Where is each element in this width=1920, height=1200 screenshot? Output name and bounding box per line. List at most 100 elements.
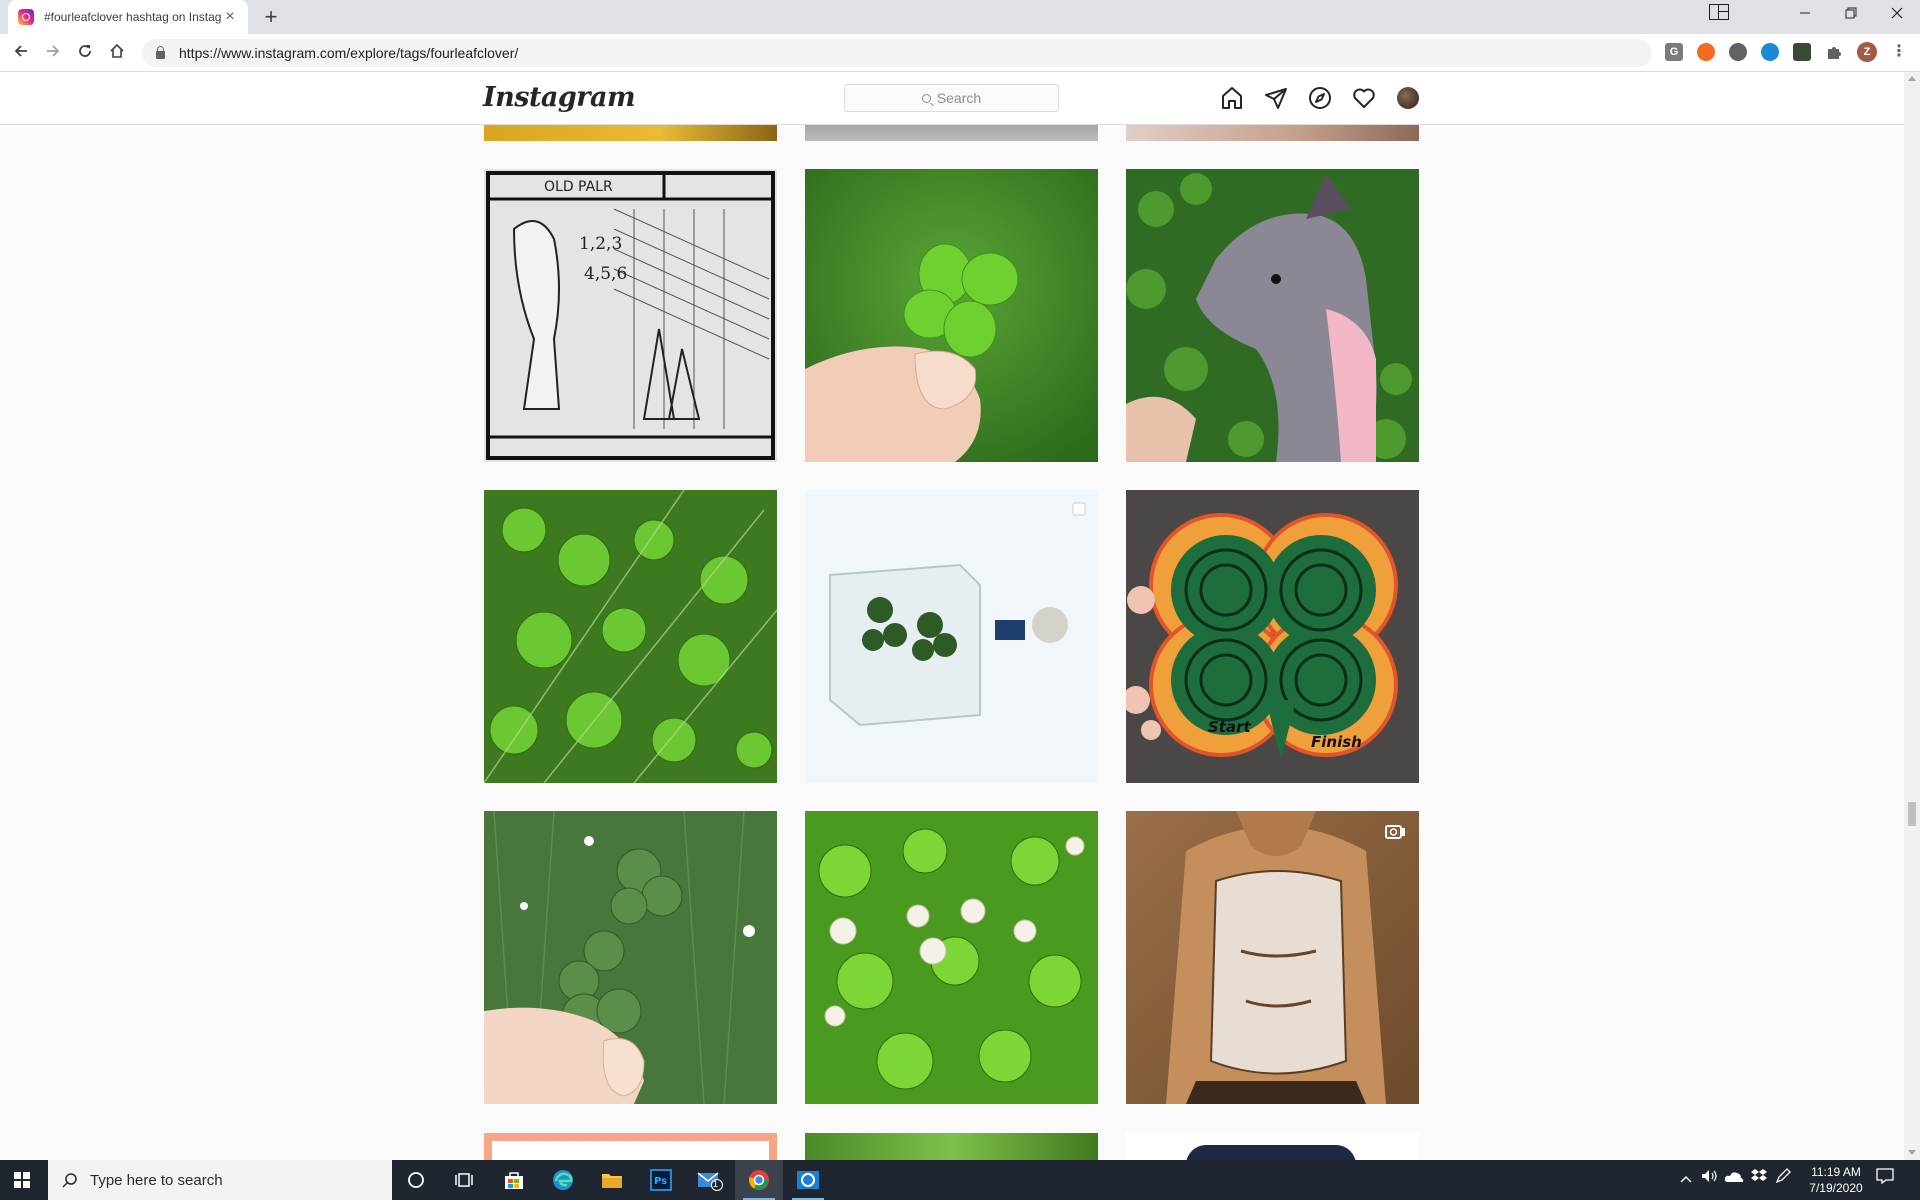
post-tile[interactable] [805, 1133, 1098, 1160]
instagram-favicon-icon [18, 9, 34, 25]
home-nav-icon[interactable] [1220, 86, 1244, 110]
minimize-icon [1800, 12, 1810, 14]
profile-avatar[interactable] [1397, 87, 1419, 109]
post-tile-clover-in-glass-cube[interactable] [805, 490, 1098, 783]
extension-orange-icon[interactable] [1697, 43, 1715, 61]
dog-in-clover-photo [1126, 169, 1419, 462]
extension-blue-icon[interactable] [1761, 43, 1779, 61]
volume-icon[interactable] [1700, 1160, 1718, 1200]
tab-close-button[interactable]: × [222, 8, 238, 26]
edge-browser-icon [553, 1170, 573, 1190]
taskbar-store[interactable] [490, 1160, 538, 1200]
browser-toolbar: https://www.instagram.com/explore/tags/f… [0, 34, 1920, 72]
reload-button[interactable] [72, 40, 98, 66]
clover-flowers-photo [805, 811, 1098, 1104]
back-arrow-icon [14, 45, 27, 57]
explore-compass-icon[interactable] [1308, 86, 1332, 110]
post-tile-clover-in-hand-grass[interactable] [484, 811, 777, 1104]
taskbar-clock[interactable]: 11:19 AM 7/19/2020 [1800, 1164, 1872, 1196]
clock-date: 7/19/2020 [1809, 1181, 1863, 1195]
task-view-button[interactable] [440, 1160, 488, 1200]
post-tile-clover-flowers[interactable] [805, 811, 1098, 1104]
extension-g-icon[interactable]: G [1665, 43, 1683, 61]
taskbar-file-explorer[interactable] [588, 1160, 636, 1200]
onedrive-cloud-icon[interactable] [1724, 1160, 1744, 1200]
post-tile-sketch-comic[interactable]: 1,2,3 4,5,6 OLD PALR [484, 169, 777, 462]
video-badge-icon [1385, 825, 1405, 839]
reload-icon [79, 45, 91, 57]
post-tile-clover-maze-puzzle[interactable]: Start Finish [1126, 490, 1419, 783]
post-tile[interactable] [484, 1133, 777, 1160]
cortana-button[interactable] [392, 1160, 440, 1200]
tray-overflow-icon[interactable] [1680, 1160, 1692, 1200]
direct-message-icon[interactable] [1264, 86, 1288, 110]
lock-icon [156, 46, 165, 59]
maze-start-label: Start [1208, 718, 1251, 736]
url-text: https://www.instagram.com/explore/tags/f… [179, 45, 519, 61]
pen-workspace-icon[interactable] [1775, 1160, 1791, 1200]
post-tile-clover-in-hand[interactable] [805, 169, 1098, 462]
extension-circle-icon[interactable] [1729, 43, 1747, 61]
home-icon [110, 43, 124, 58]
windows-start-button[interactable] [14, 1172, 30, 1188]
back-button[interactable] [8, 40, 34, 66]
taskbar-app-blue[interactable] [784, 1160, 832, 1200]
home-button[interactable] [104, 40, 130, 66]
post-tile[interactable] [1126, 125, 1419, 141]
sketch-comic-image: 1,2,3 4,5,6 OLD PALR [484, 169, 777, 462]
scroll-down-icon[interactable] [1908, 1150, 1916, 1155]
svg-text:Ps: Ps [654, 1176, 667, 1187]
restore-icon [1845, 7, 1857, 19]
minimize-button[interactable] [1782, 0, 1828, 34]
photoshop-icon: Ps [650, 1169, 672, 1191]
page-scrollbar[interactable] [1904, 72, 1920, 1160]
taskbar-search-placeholder: Type here to search [90, 1171, 223, 1189]
post-tile-dog-in-clover[interactable] [1126, 169, 1419, 462]
instagram-header: Instagram Search [0, 72, 1904, 125]
post-tile[interactable] [805, 125, 1098, 141]
dropbox-icon[interactable] [1750, 1160, 1768, 1200]
tab-title: #fourleafclover hashtag on Instag [44, 10, 222, 24]
activity-heart-icon[interactable] [1352, 86, 1376, 110]
taskbar-search-box[interactable]: Type here to search [48, 1160, 392, 1200]
search-icon [62, 1173, 77, 1188]
post-tile[interactable] [1126, 1133, 1419, 1160]
address-bar[interactable]: https://www.instagram.com/explore/tags/f… [142, 39, 1652, 67]
browser-menu-icon[interactable]: ⋮ [1890, 43, 1908, 61]
taskbar-chrome[interactable] [735, 1160, 783, 1200]
extension-photo-icon[interactable] [1793, 43, 1811, 61]
extensions-puzzle-icon[interactable] [1825, 43, 1843, 61]
browser-tab-active[interactable]: #fourleafclover hashtag on Instag × [8, 0, 248, 34]
instagram-search-input[interactable]: Search [844, 84, 1059, 112]
restore-button[interactable] [1828, 0, 1874, 34]
mail-envelope-icon [697, 1172, 723, 1191]
tab-layout-icon[interactable] [1709, 4, 1729, 20]
post-tile-anime-character[interactable] [1126, 811, 1419, 1104]
anime-character-image [1126, 811, 1419, 1104]
maze-finish-label: Finish [1311, 733, 1362, 751]
search-placeholder: Search [936, 90, 982, 106]
post-tile-clover-patch[interactable] [484, 490, 777, 783]
svg-text:OLD PALR: OLD PALR [544, 179, 613, 195]
chrome-browser-icon [749, 1170, 769, 1190]
action-center-icon[interactable] [1876, 1160, 1894, 1200]
taskbar-mail[interactable]: 1 [686, 1160, 734, 1200]
new-tab-button[interactable]: + [258, 4, 284, 30]
svg-text:4,5,6: 4,5,6 [584, 264, 627, 284]
instagram-logo[interactable]: Instagram [483, 82, 636, 113]
svg-text:1,2,3: 1,2,3 [579, 234, 622, 254]
carousel-badge-icon [1072, 502, 1086, 516]
scrollbar-thumb[interactable] [1908, 802, 1916, 826]
store-bag-icon [505, 1172, 523, 1189]
close-window-button[interactable] [1874, 0, 1920, 34]
cortana-circle-icon [408, 1172, 424, 1188]
browser-tab-strip: #fourleafclover hashtag on Instag × + [0, 0, 1920, 34]
forward-button[interactable] [40, 40, 66, 66]
post-tile[interactable] [484, 125, 777, 141]
taskbar-photoshop[interactable]: Ps [637, 1160, 685, 1200]
taskbar-edge[interactable] [539, 1160, 587, 1200]
scroll-up-icon[interactable] [1908, 76, 1916, 81]
clover-maze-puzzle-photo: Start Finish [1126, 490, 1419, 783]
mail-unread-badge: 1 [713, 1179, 719, 1189]
profile-avatar-button[interactable]: Z [1857, 42, 1877, 62]
